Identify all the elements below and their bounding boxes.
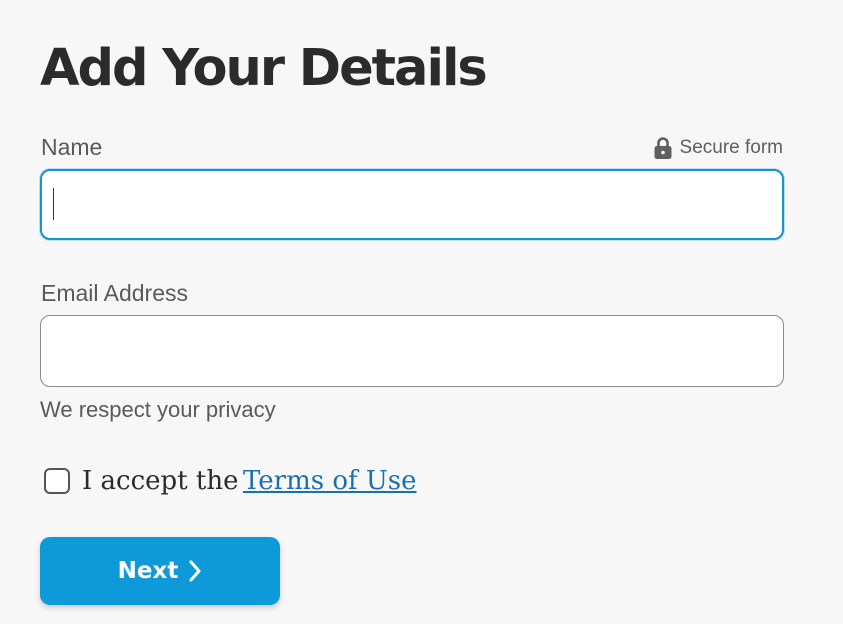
terms-checkbox[interactable] [44,468,70,494]
secure-form-label: Secure form [679,137,783,158]
name-input[interactable] [40,169,784,240]
email-label: Email Address [41,280,189,306]
name-label: Name [41,134,103,160]
next-button-label: Next [117,558,179,584]
terms-row: I accept the Terms of Use [44,464,417,498]
terms-of-use-link[interactable]: Terms of Use [243,466,417,496]
privacy-hint: We respect your privacy [40,397,276,422]
terms-prefix: I accept the [82,466,239,496]
page-title: Add Your Details [40,39,488,98]
chevron-right-icon [188,560,202,582]
secure-form-indicator: Secure form [654,134,783,162]
lock-icon [654,136,672,160]
email-input[interactable] [40,315,784,387]
details-form-page: Add Your Details Name Secure form Email … [0,0,843,624]
next-button[interactable]: Next [40,537,280,605]
text-cursor [53,188,54,220]
